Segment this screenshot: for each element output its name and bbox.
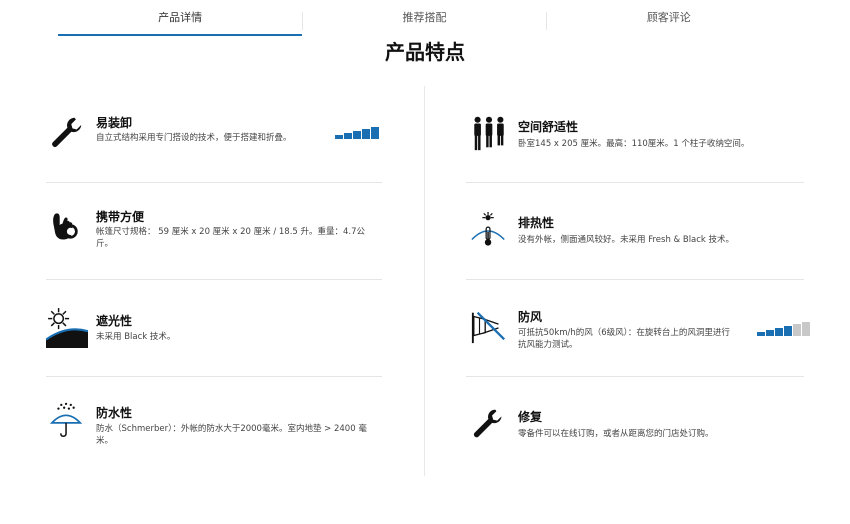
feature-description: 自立式结构采用专门搭设的技术，便于搭建和折叠。 (96, 133, 292, 143)
tab-divider (546, 12, 547, 30)
meter-segment (353, 131, 361, 139)
feature-title: 遮光性 (96, 314, 133, 328)
meter-segment (335, 135, 343, 139)
wrench-icon (52, 117, 82, 147)
column-divider (424, 86, 425, 476)
windsock-icon (471, 311, 506, 344)
feature-blackout: 遮光性 未采用 Black 技术。 (46, 306, 386, 356)
feature-description: 可抵抗50km/h的风（6级风）：在旋转台上的风洞里进行抗风能力测试。 (518, 328, 730, 350)
tab-bar: 产品详情 推荐搭配 顾客评论 (58, 6, 791, 36)
feature-description: 没有外帐，侧面通风较好。未采用 Fresh & Black 技术。 (518, 235, 735, 245)
meter-segment (793, 324, 801, 336)
meter-segment (802, 322, 810, 336)
feature-portability: 携带方便 帐篷尺寸规格： 59 厘米 x 20 厘米 x 20 厘米 / 18.… (48, 208, 388, 258)
feature-heat-release: 排热性 没有外帐，侧面通风较好。未采用 Fresh & Black 技术。 (470, 210, 810, 260)
feature-description: 零备件可以在线订购，或者从距离您的门店处订购。 (518, 429, 714, 439)
meter-segment (362, 129, 370, 139)
meter-segment (775, 328, 783, 336)
sun-shade-icon (46, 308, 88, 348)
feature-title: 排热性 (518, 216, 555, 230)
meter-segment (784, 326, 792, 336)
meter-segment (757, 332, 765, 336)
people-icon (474, 116, 504, 151)
row-divider (46, 279, 382, 280)
feature-repair: 修复 零备件可以在线订购，或者从距离您的门店处订购。 (470, 406, 810, 456)
feature-waterproof: 防水性 防水（Schmerber）：外帐的防水大于2000毫米。室内地垫 > 2… (48, 402, 388, 452)
feature-windproof: 防风 可抵抗50km/h的风（6级风）：在旋转台上的风洞里进行抗风能力测试。 (470, 306, 810, 356)
ok-hand-icon (53, 213, 78, 240)
meter-segment (371, 127, 379, 139)
row-divider (466, 279, 804, 280)
row-divider (46, 182, 382, 183)
row-divider (46, 376, 382, 377)
rating-meter (335, 127, 379, 139)
heat-thermometer-icon (471, 211, 505, 246)
feature-easy-setup: 易装卸 自立式结构采用专门搭设的技术，便于搭建和折叠。 (48, 114, 388, 164)
feature-title: 携带方便 (96, 210, 145, 224)
feature-title: 修复 (518, 410, 543, 424)
row-divider (466, 182, 804, 183)
meter-segment (344, 133, 352, 139)
feature-description: 未采用 Black 技术。 (96, 332, 176, 342)
page-title: 产品特点 (385, 40, 465, 64)
feature-description: 卧室145 x 205 厘米。最高：110厘米。1 个柱子收纳空间。 (518, 139, 750, 149)
meter-segment (766, 330, 774, 336)
tab-product-details[interactable]: 产品详情 (58, 6, 303, 36)
row-divider (466, 376, 804, 377)
rating-meter (757, 322, 810, 336)
feature-title: 空间舒适性 (518, 120, 579, 134)
feature-description: 帐篷尺寸规格： 59 厘米 x 20 厘米 x 20 厘米 / 18.5 升。重… (96, 227, 366, 249)
feature-title: 防风 (518, 310, 543, 324)
tab-recommended[interactable]: 推荐搭配 (302, 6, 546, 36)
tab-reviews[interactable]: 顾客评论 (547, 6, 791, 36)
feature-description: 防水（Schmerber）：外帐的防水大于2000毫米。室内地垫 > 2400 … (96, 424, 367, 446)
feature-title: 防水性 (96, 406, 133, 420)
feature-title: 易装卸 (96, 116, 133, 130)
tab-divider (302, 12, 303, 30)
wrench-icon (473, 409, 502, 438)
feature-space-comfort: 空间舒适性 卧室145 x 205 厘米。最高：110厘米。1 个柱子收纳空间。 (470, 114, 810, 164)
rain-umbrella-icon (49, 402, 83, 437)
